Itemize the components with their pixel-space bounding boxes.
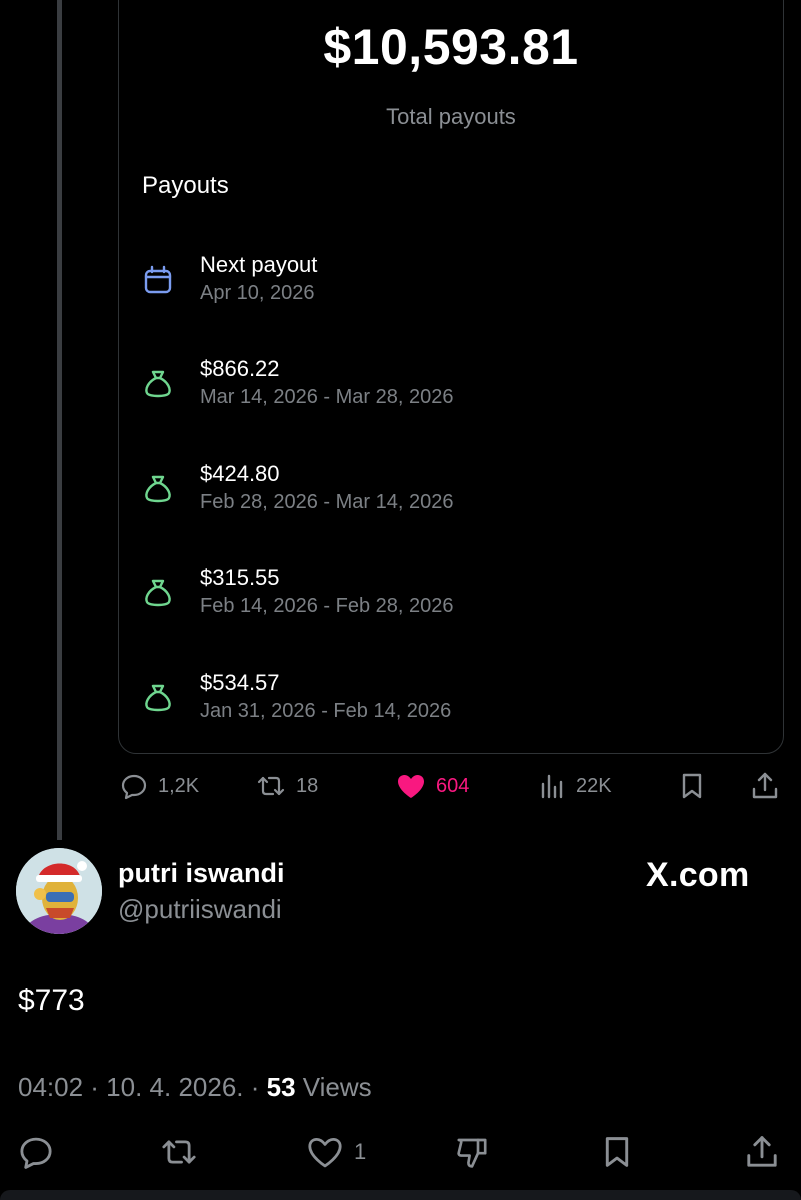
post-like-count: 1 [354,1139,367,1164]
payout-date-range: Mar 14, 2026 - Mar 28, 2026 [200,386,454,408]
quoted-post-action-bar: 1,2K 18 604 22K [118,766,788,806]
reply-button[interactable]: 1,2K [120,766,199,806]
payout-row: $866.22 Mar 14, 2026 - Mar 28, 2026 [142,356,762,416]
bookmark-icon [678,772,706,800]
avatar[interactable] [16,848,102,934]
repost-icon [160,1134,198,1170]
xcom-watermark: X.com [646,856,750,894]
bookmark-button[interactable] [678,766,706,806]
thread-connector-line [57,0,62,840]
share-icon [744,1134,780,1170]
like-button[interactable]: 1 [306,1132,366,1172]
post-views-label: Views [295,1072,372,1102]
bookmark-icon [600,1134,634,1170]
post-meta: 04:02 · 10. 4. 2026. · 53 Views [18,1072,372,1103]
payout-amount: $866.22 [200,356,280,381]
post-views-count: 53 [266,1072,296,1102]
views-chart-icon [538,772,566,800]
reply-icon [18,1134,54,1170]
money-bag-icon [142,473,174,505]
total-payouts-amount: $10,593.81 [323,19,579,75]
next-payout-row: Next payout Apr 10, 2026 [142,252,762,312]
reply-icon [120,772,148,800]
heart-filled-icon [396,772,426,800]
reply-count: 1,2K [158,774,200,797]
share-button[interactable] [750,766,780,806]
author-handle[interactable]: @putriiswandi [118,894,282,925]
money-bag-icon [142,368,174,400]
payout-row: $534.57 Jan 31, 2026 - Feb 14, 2026 [142,670,762,730]
payout-amount: $315.55 [200,565,280,590]
share-button[interactable] [744,1132,780,1172]
payout-date-range: Feb 28, 2026 - Mar 14, 2026 [200,491,454,513]
bookmark-button[interactable] [600,1132,634,1172]
share-icon [750,771,780,801]
calendar-icon [142,264,174,296]
downvote-button[interactable] [454,1132,490,1172]
heart-icon [306,1134,344,1170]
repost-button[interactable]: 18 [256,766,318,806]
next-payout-date: Apr 10, 2026 [200,282,315,304]
repost-icon [256,772,286,800]
payout-date-range: Jan 31, 2026 - Feb 14, 2026 [200,700,452,722]
post-timestamp[interactable]: 04:02 · 10. 4. 2026. · [18,1072,267,1102]
money-bag-icon [142,682,174,714]
repost-count: 18 [296,774,319,797]
money-bag-icon [142,577,174,609]
payout-amount: $424.80 [200,461,280,486]
reply-button[interactable] [18,1132,54,1172]
repost-button[interactable] [160,1132,198,1172]
total-payouts-label: Total payouts [386,104,516,129]
payout-date-range: Feb 14, 2026 - Feb 28, 2026 [200,595,454,617]
payout-amount: $534.57 [200,670,280,695]
like-button[interactable]: 604 [396,766,469,806]
views-button[interactable]: 22K [538,766,612,806]
views-count: 22K [576,774,612,797]
payouts-section-title: Payouts [142,172,229,199]
author-name[interactable]: putri iswandi [118,858,285,889]
like-count: 604 [436,774,470,797]
post-text: $773 [18,984,85,1017]
payout-row: $315.55 Feb 14, 2026 - Feb 28, 2026 [142,565,762,625]
thumbs-down-icon [454,1134,490,1170]
payout-row: $424.80 Feb 28, 2026 - Mar 14, 2026 [142,461,762,521]
post-action-bar: 1 [0,1132,801,1176]
next-payout-title: Next payout [200,252,318,277]
bottom-composer-edge [0,1190,801,1200]
